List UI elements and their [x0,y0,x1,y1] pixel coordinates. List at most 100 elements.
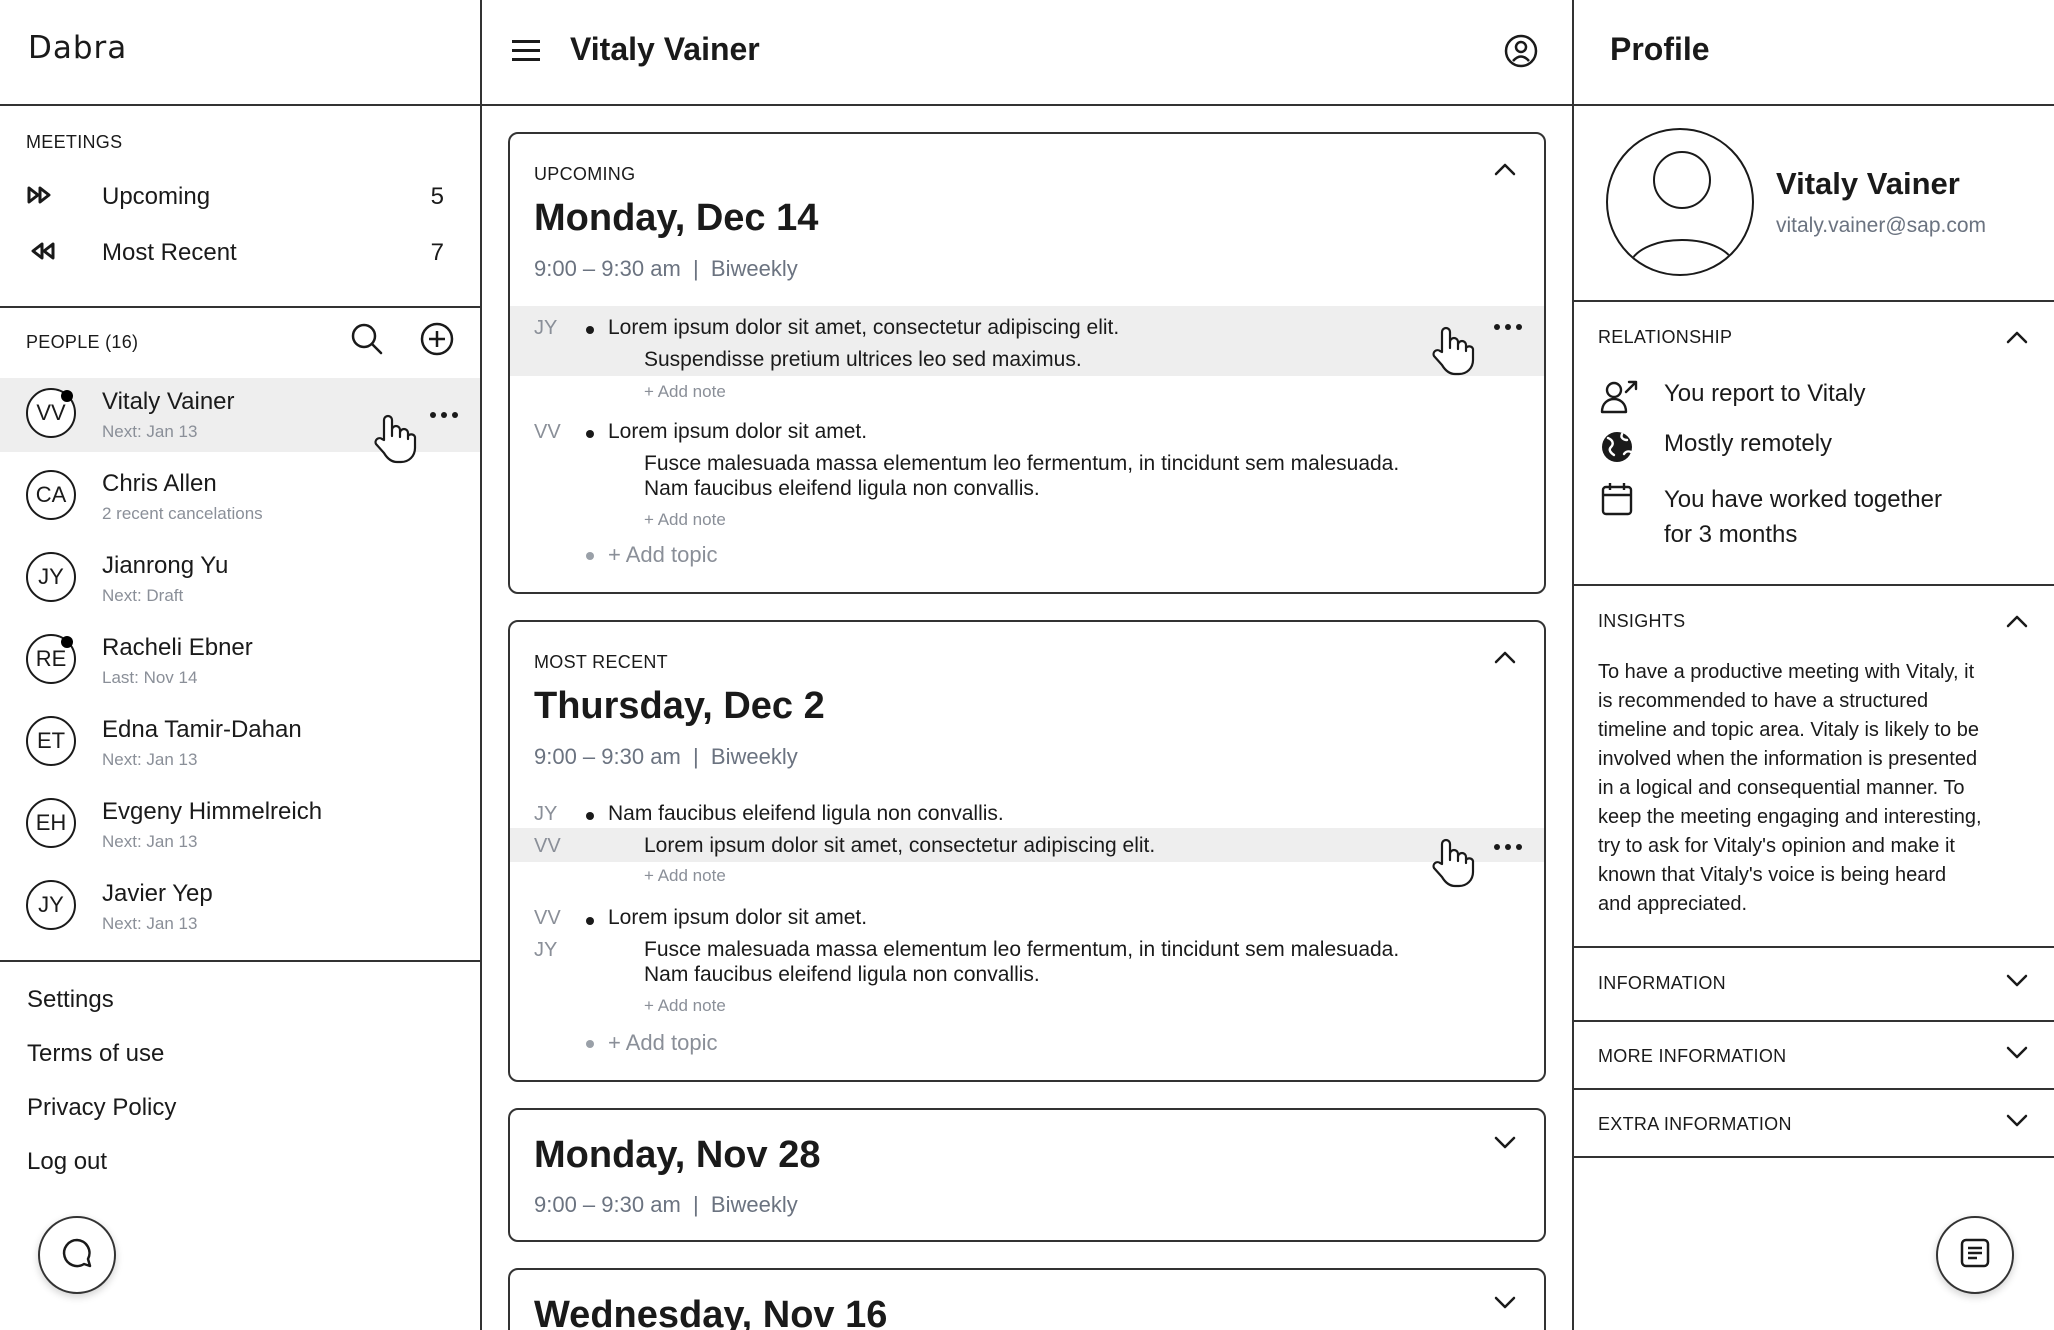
left-sidebar: Dabra MEETINGS Upcoming 5 Most Recent 7 … [0,0,482,1330]
more-options-icon[interactable] [1494,844,1522,850]
log-out-link[interactable]: Log out [27,1148,107,1176]
add-note-link[interactable]: + Add note [644,996,726,1016]
topic-note[interactable]: Lorem ipsum dolor sit amet, consectetur … [644,834,1155,858]
accordion-label: EXTRA INFORMATION [1598,1114,1792,1134]
topic-note[interactable]: Suspendisse pretium ultrices leo sed max… [644,348,1082,372]
chat-button[interactable] [38,1216,116,1294]
insights-section-label: INSIGHTS [1598,611,1686,631]
person-subtitle: Next: Draft [102,586,184,605]
meeting-date: Monday, Dec 14 [534,197,819,239]
menu-icon[interactable] [512,40,540,62]
meetings-panel: Vitaly Vainer UPCOMING Monday, Dec 14 9:… [482,0,1574,1330]
meeting-card-collapsed[interactable]: Wednesday, Nov 16 [508,1268,1546,1330]
card-kicker: MOST RECENT [534,652,668,672]
meeting-card-collapsed[interactable]: Monday, Nov 28 9:00 – 9:30 am | Biweekly [508,1108,1546,1242]
note-author-initials: VV [534,835,561,857]
add-note-link[interactable]: + Add note [644,510,726,530]
add-topic-link[interactable]: + Add topic [608,1030,717,1056]
insights-line: To have a productive meeting with Vitaly… [1598,661,1975,683]
person-item-jianrong-yu[interactable]: JY Jianrong Yu Next: Draft [0,542,480,616]
chevron-down-icon [2006,974,2028,987]
topic-text[interactable]: Nam faucibus eleifend ligula non convall… [608,802,1004,826]
more-options-icon[interactable] [430,412,458,418]
add-topic-link[interactable]: + Add topic [608,542,717,568]
profile-avatar [1606,128,1754,276]
add-note-link[interactable]: + Add note [644,866,726,886]
person-subtitle: Next: Jan 13 [102,750,198,769]
chevron-up-icon[interactable] [2006,330,2028,344]
person-name: Chris Allen [102,470,217,497]
topic-note[interactable]: Fusce malesuada massa elementum leo ferm… [644,452,1399,476]
search-icon[interactable] [350,322,384,356]
topic-text[interactable]: Lorem ipsum dolor sit amet. [608,420,867,444]
notes-button[interactable] [1936,1216,2014,1294]
topic-author-initials: VV [534,907,561,929]
more-options-icon[interactable] [1494,324,1522,330]
insights-line: timeline and topic area. Vitaly is likel… [1598,719,1979,741]
person-subtitle: Last: Nov 14 [102,668,198,687]
topic-note[interactable]: Nam faucibus eleifend ligula non convall… [644,963,1040,987]
divider [1574,1156,2054,1158]
privacy-policy-link[interactable]: Privacy Policy [27,1094,176,1122]
app-logo: Dabra [28,30,128,66]
divider [0,960,480,962]
main-header: Vitaly Vainer [482,0,1572,106]
accordion-label: MORE INFORMATION [1598,1046,1787,1066]
meetings-most-recent[interactable]: Most Recent 7 [26,233,444,273]
topic-bullet [586,326,594,334]
relationship-text: Mostly remotely [1664,430,1833,457]
topic-bullet [586,430,594,438]
person-item-javier-yep[interactable]: JY Javier Yep Next: Jan 13 [0,870,480,944]
topic-note[interactable]: Fusce malesuada massa elementum leo ferm… [644,938,1399,962]
meetings-upcoming-label: Upcoming [102,183,211,210]
add-person-icon[interactable] [420,322,454,356]
profile-email[interactable]: vitaly.vainer@sap.com [1776,214,1986,238]
accordion-more-information[interactable]: MORE INFORMATION [1574,1022,2054,1088]
meetings-upcoming[interactable]: Upcoming 5 [26,177,444,217]
person-item-edna-tamir-dahan[interactable]: ET Edna Tamir-Dahan Next: Jan 13 [0,706,480,780]
accordion-extra-information[interactable]: EXTRA INFORMATION [1574,1090,2054,1156]
avatar: JY [26,552,76,602]
topic-note[interactable]: Nam faucibus eleifend ligula non convall… [644,477,1040,501]
avatar: VV [26,388,76,438]
add-note-link[interactable]: + Add note [644,382,726,402]
chevron-up-icon[interactable] [1494,162,1516,176]
insights-line: in a logical and consequential manner. T… [1598,777,1965,799]
accordion-information[interactable]: INFORMATION [1574,948,2054,1020]
profile-header: Profile [1574,0,2054,106]
avatar: RE [26,634,76,684]
left-header: Dabra [0,0,480,106]
person-report-icon [1600,380,1640,414]
person-subtitle: Next: Jan 13 [102,422,198,441]
person-item-evgeny-himmelreich[interactable]: EH Evgeny Himmelreich Next: Jan 13 [0,788,480,862]
person-name: Jianrong Yu [102,552,229,579]
chevron-down-icon[interactable] [1494,1296,1516,1310]
relationship-text: You report to Vitaly [1664,380,1866,407]
chevron-down-icon[interactable] [1494,1136,1516,1150]
person-item-vitaly-vainer[interactable]: VV Vitaly Vainer Next: Jan 13 [0,378,480,464]
avatar-initials: JY [38,892,64,917]
avatar-initials: EH [35,810,67,835]
person-item-racheli-ebner[interactable]: RE Racheli Ebner Last: Nov 14 [0,624,480,698]
meeting-date: Monday, Nov 28 [534,1134,821,1176]
chevron-up-icon[interactable] [2006,614,2028,628]
note-author-initials: JY [534,939,558,961]
topic-text[interactable]: Lorem ipsum dolor sit amet. [608,906,867,930]
meetings-section-label: MEETINGS [26,132,123,152]
insights-line: known that Vitaly's voice is being heard [1598,864,1947,886]
avatar: CA [26,470,76,520]
meeting-time: 9:00 – 9:30 am | Biweekly [534,744,798,769]
terms-of-use-link[interactable]: Terms of use [27,1040,164,1068]
avatar-initials: ET [36,728,66,753]
topic-text[interactable]: Lorem ipsum dolor sit amet, consectetur … [608,316,1119,340]
settings-link[interactable]: Settings [27,986,114,1014]
chevron-down-icon [2006,1114,2028,1127]
pointer-hand-icon [370,412,418,464]
person-subtitle: Next: Jan 13 [102,914,198,933]
person-item-chris-allen[interactable]: CA Chris Allen 2 recent cancelations [0,460,480,534]
notification-dot [61,636,73,648]
relationship-text-line: for 3 months [1664,521,1798,548]
calendar-icon [1600,482,1640,516]
chevron-up-icon[interactable] [1494,650,1516,664]
account-icon[interactable] [1504,34,1538,68]
